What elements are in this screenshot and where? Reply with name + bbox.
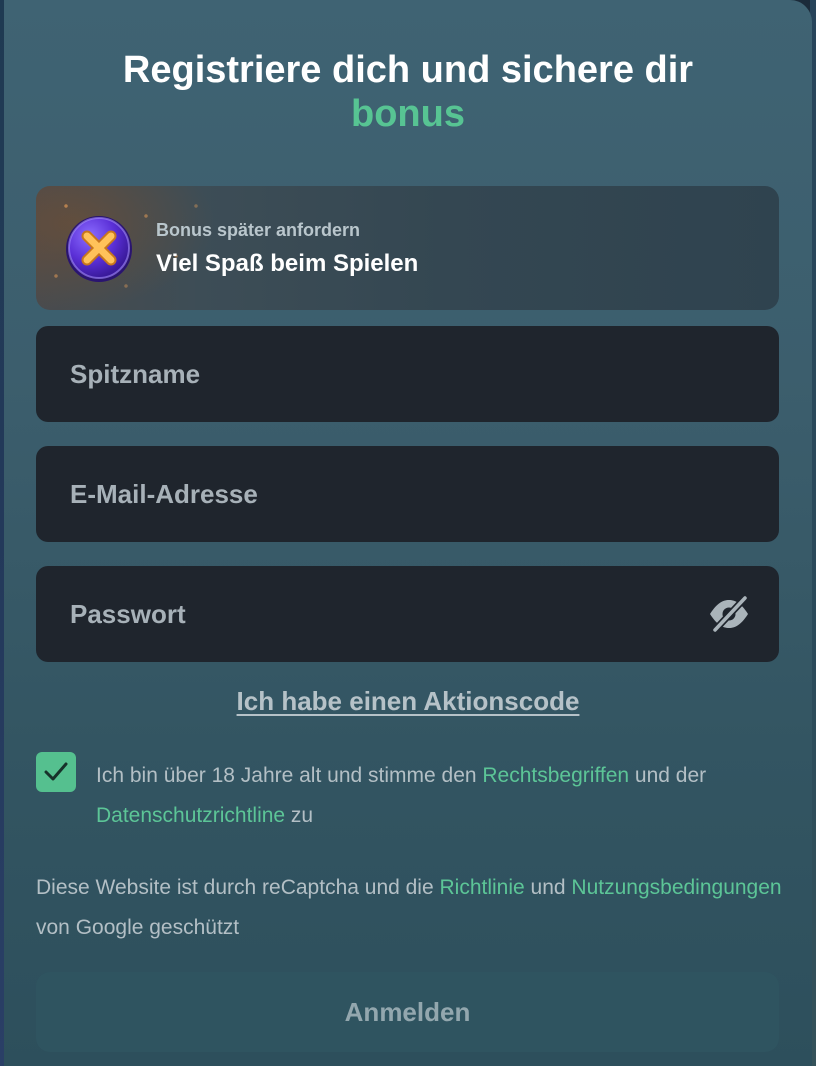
title-text: Registriere dich und sichere dir [122,49,694,91]
recaptcha-text-before: Diese Website ist durch reCaptcha und di… [36,876,440,899]
consent-text-before: Ich bin über 18 Jahre alt und stimme den [96,764,483,787]
password-input[interactable] [70,566,690,662]
bonus-later-card[interactable]: Bonus später anfordern Viel Spaß beim Sp… [36,186,779,310]
nickname-field[interactable] [36,326,779,422]
bonus-main-text: Viel Spaß beim Spielen [156,250,419,277]
promo-code-link[interactable]: Ich habe einen Aktionscode [4,686,812,717]
recaptcha-text-middle: und [524,876,572,899]
close-coin-icon [66,216,132,282]
register-button[interactable]: Anmelden [36,972,779,1052]
checkmark-icon [44,762,68,781]
consent-text-after: zu [285,804,314,827]
consent-text-middle: und der [629,764,707,787]
registration-modal: Registriere dich und sichere dir bonus B… [4,0,812,1066]
email-field[interactable] [36,446,779,542]
modal-title: Registriere dich und sichere dir bonus [4,48,812,136]
nickname-input[interactable] [70,326,690,422]
bonus-subtitle: Bonus später anfordern [156,220,361,240]
recaptcha-text-after: von Google geschützt [36,916,240,939]
password-field[interactable] [36,566,779,662]
eye-slash-icon[interactable] [707,594,751,634]
privacy-link[interactable]: Datenschutzrichtline [96,804,285,827]
google-policy-link[interactable]: Richtlinie [440,876,525,899]
terms-link[interactable]: Rechtsbegriffen [482,764,629,787]
google-terms-link[interactable]: Nutzungsbedingungen [571,876,781,899]
title-accent: bonus [351,93,465,135]
age-consent-checkbox[interactable] [36,752,76,792]
email-input[interactable] [70,446,690,542]
consent-text: Ich bin über 18 Jahre alt und stimme den… [96,756,776,836]
recaptcha-notice: Diese Website ist durch reCaptcha und di… [36,868,786,948]
